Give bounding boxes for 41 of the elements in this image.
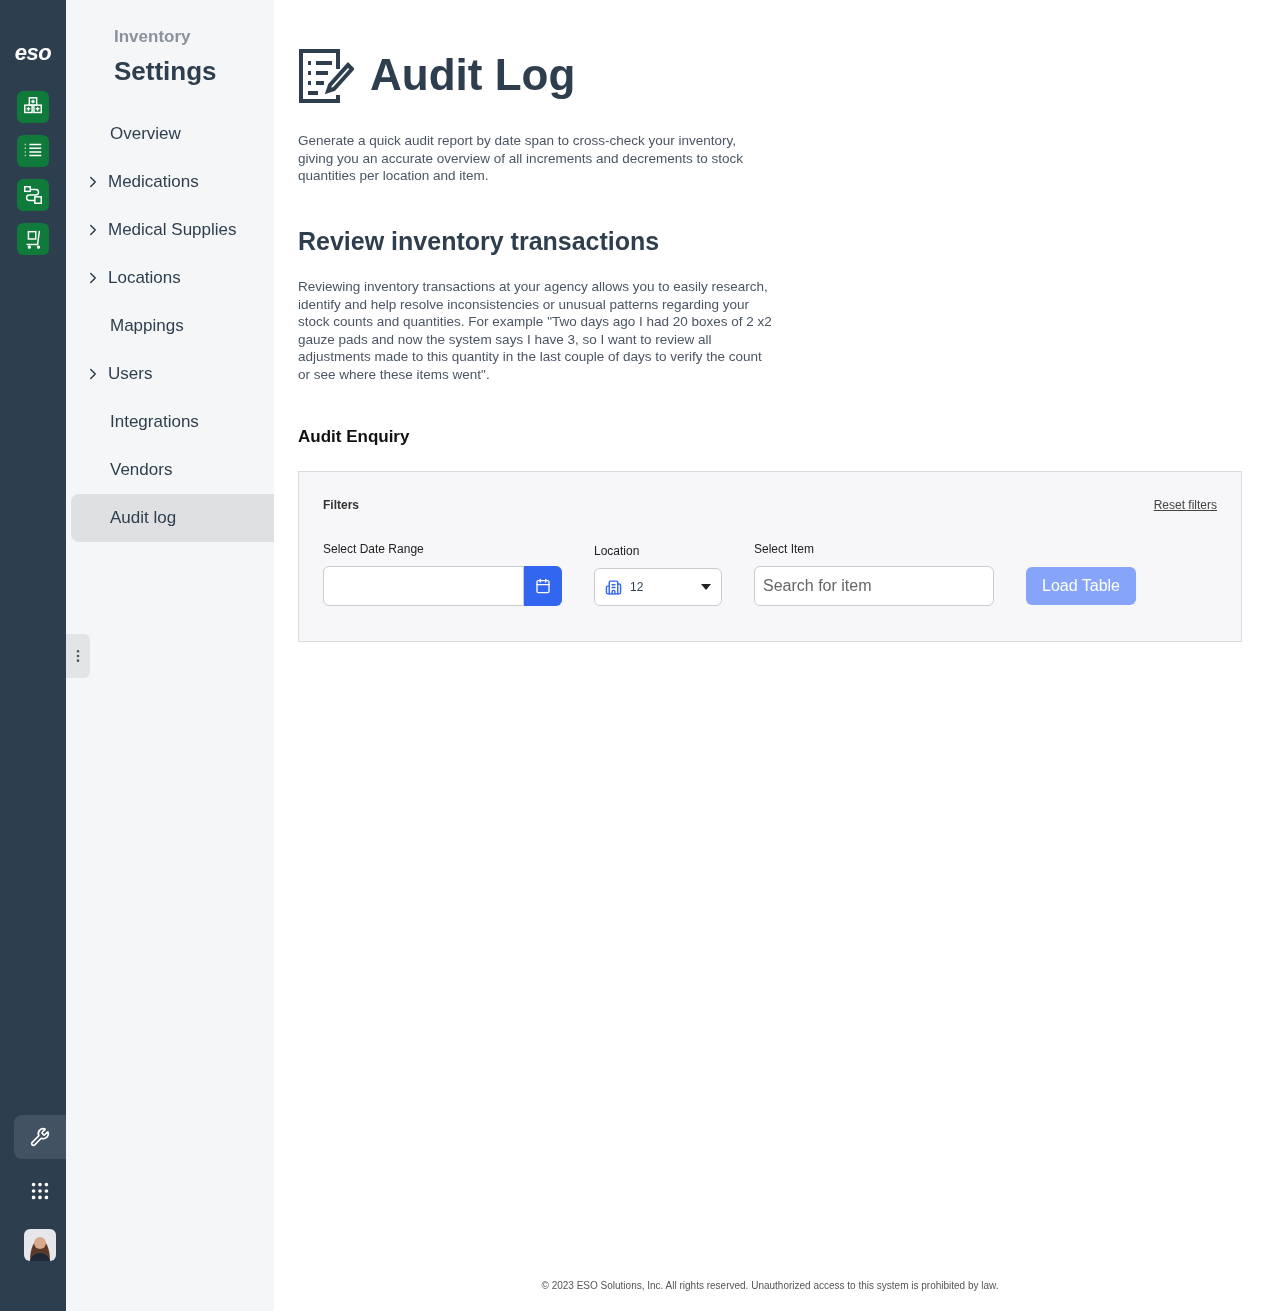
footer-text: © 2023 ESO Solutions, Inc. All rights reserved. Unauthorized access to this system is prohibited by law.	[540, 1279, 1000, 1293]
page-title: Audit Log	[370, 49, 576, 101]
nav-item[interactable]: Integrations	[66, 397, 274, 446]
location-select[interactable]: 12	[594, 568, 722, 607]
sidebar-title: Settings	[114, 54, 218, 88]
nav-item[interactable]: Users	[66, 349, 274, 398]
document-edit-icon	[298, 47, 354, 103]
app-button[interactable]	[17, 179, 49, 211]
app-button[interactable]	[17, 91, 49, 123]
wrench-icon	[30, 1127, 50, 1147]
intro-text: Generate a quick audit report by date span to cross-check your inventory, giving you an accurate overview of all increments and decrements to stock quantities per location and item.	[298, 132, 744, 185]
collapse-handle[interactable]	[66, 634, 90, 678]
reset-filters-link[interactable]: Reset filters	[1153, 496, 1217, 515]
nav-item[interactable]: Audit log	[71, 493, 274, 542]
nav-item[interactable]: Overview	[66, 109, 274, 158]
filters-title: Filters	[323, 497, 359, 515]
apps-grid-icon	[29, 1180, 51, 1202]
dropdown-caret-icon	[701, 584, 711, 591]
section-title: Review inventory transactions	[298, 225, 661, 257]
avatar-icon	[24, 1229, 56, 1261]
nav-item[interactable]: Mappings	[66, 301, 274, 350]
nav-item[interactable]: Medications	[66, 157, 274, 206]
enquiry-title: Audit Enquiry	[298, 425, 411, 448]
nav-item[interactable]: Medical Supplies	[66, 205, 274, 254]
rail-button[interactable]	[14, 1115, 66, 1159]
logo: eso	[14, 39, 52, 67]
date-range-input[interactable]	[323, 566, 524, 607]
nav-item[interactable]: Locations	[66, 253, 274, 302]
field-label: Location	[594, 543, 641, 561]
app-button[interactable]	[17, 223, 49, 255]
building-icon	[605, 578, 622, 596]
section-text: Reviewing inventory transactions at your agency allows you to easily research, identify and help resolve inconsistencies or unusual patterns regarding your stock counts and quantities. For example "Two days ago I had 20 boxes of 2 x2 gauze pads and now the system says I have 3, so I want to review all adjustments made to this quantity in the last couple of days to verify the count or see where these items went".	[298, 278, 772, 384]
field-label: Select Date Range	[323, 541, 425, 559]
app-button[interactable]	[17, 135, 49, 167]
sidebar-subtitle: Inventory	[114, 26, 192, 48]
calendar-icon	[535, 578, 551, 595]
flow-icon	[22, 184, 44, 206]
item-search-field[interactable]: Search for item	[754, 566, 994, 607]
nav-item[interactable]: Vendors	[66, 445, 274, 494]
calendar-button[interactable]	[524, 566, 562, 607]
field-label: Select Item	[754, 541, 816, 559]
